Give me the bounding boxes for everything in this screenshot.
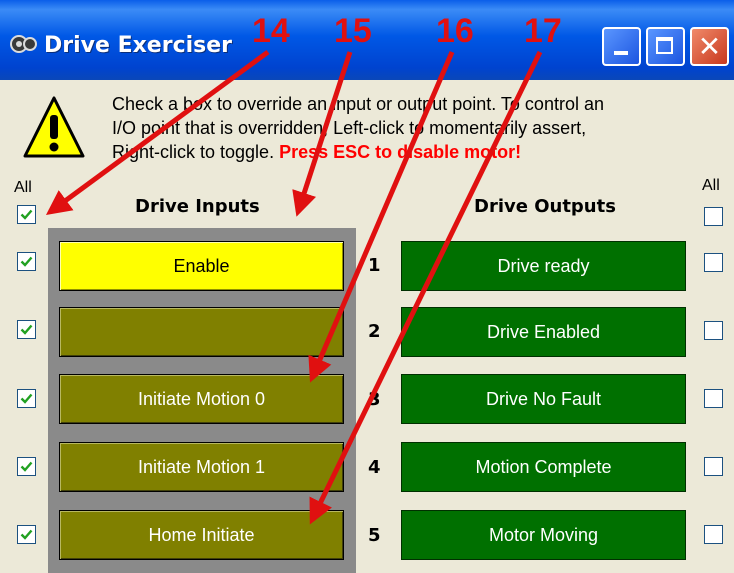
callout-17: 17	[524, 12, 562, 50]
drive-exerciser-window: Drive Exerciser ✕ Check a box to overrid…	[0, 0, 734, 573]
callout-16: 16	[436, 12, 474, 50]
callout-arrows	[45, 49, 543, 525]
callout-15: 15	[334, 12, 372, 50]
callout-14: 14	[252, 12, 290, 50]
callout-arrow-15	[292, 51, 353, 217]
callout-arrow-17	[309, 50, 543, 525]
callout-arrow-14	[45, 49, 270, 215]
